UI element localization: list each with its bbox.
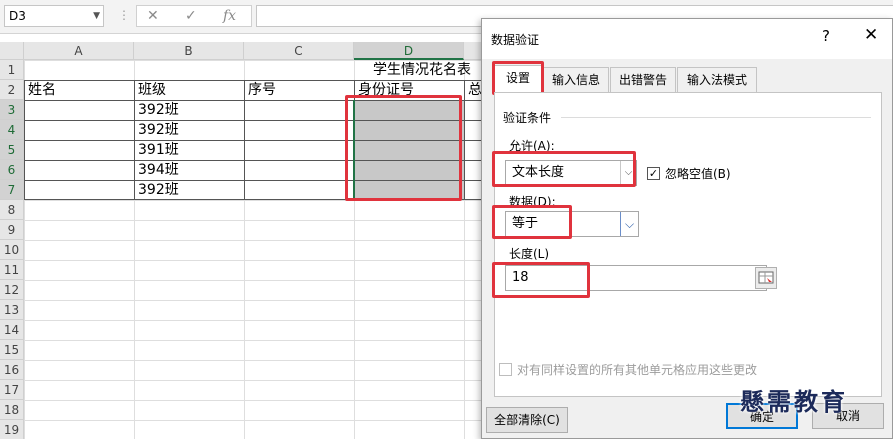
length-label: 长度(L) <box>509 247 550 261</box>
tab-ime-mode[interactable]: 输入法模式 <box>677 67 757 93</box>
dialog-title: 数据验证 <box>491 33 540 47</box>
confirm-entry-icon[interactable]: ✓ <box>185 8 197 24</box>
row-header-16[interactable]: 16 <box>0 360 24 380</box>
column-header-b[interactable]: B <box>134 42 244 60</box>
tab-input-message[interactable]: 输入信息 <box>543 67 609 93</box>
cancel-entry-icon[interactable]: ✕ <box>147 8 159 24</box>
select-all-corner[interactable] <box>0 42 24 60</box>
row-header-1[interactable]: 1 <box>0 60 24 80</box>
table-cell-class[interactable]: 392班 <box>135 120 243 140</box>
table-cell-class[interactable]: 391班 <box>135 140 243 160</box>
validation-criteria-label: 验证条件 <box>503 111 552 125</box>
row-header-9[interactable]: 9 <box>0 220 24 240</box>
formula-icons: ✕ ✓ fx <box>136 5 252 27</box>
row-header-14[interactable]: 14 <box>0 320 24 340</box>
row-header-5[interactable]: 5 <box>0 140 24 160</box>
name-box-dropdown-icon[interactable]: ▼ <box>93 6 100 26</box>
column-header-d[interactable]: D <box>354 42 464 60</box>
row-header-13[interactable]: 13 <box>0 300 24 320</box>
column-header-c[interactable]: C <box>244 42 354 60</box>
row-header-11[interactable]: 11 <box>0 260 24 280</box>
row-header-17[interactable]: 17 <box>0 380 24 400</box>
highlight-box-allow <box>492 151 636 187</box>
sheet-title[interactable]: 学生情况花名表 <box>370 60 484 80</box>
row-header-18[interactable]: 18 <box>0 400 24 420</box>
row-header-15[interactable]: 15 <box>0 340 24 360</box>
row-header-8[interactable]: 8 <box>0 200 24 220</box>
table-cell-class[interactable]: 392班 <box>135 100 243 120</box>
table-cell-class[interactable]: 392班 <box>135 180 243 200</box>
column-header-a[interactable]: A <box>24 42 134 60</box>
row-header-7[interactable]: 7 <box>0 180 24 200</box>
chevron-down-icon[interactable]: ⌵ <box>620 212 638 236</box>
highlight-box-length <box>492 262 590 298</box>
name-box-value: D3 <box>9 9 26 23</box>
highlight-box-id-column <box>345 95 462 201</box>
watermark-logo: 懸需教育 <box>740 388 848 416</box>
table-cell-class[interactable]: 394班 <box>135 160 243 180</box>
help-icon[interactable]: ? <box>822 27 830 45</box>
range-selector-icon[interactable] <box>755 267 777 289</box>
header-class[interactable]: 班级 <box>135 80 243 100</box>
row-header-3[interactable]: 3 <box>0 100 24 120</box>
row-header-2[interactable]: 2 <box>0 80 24 100</box>
ignore-blank-label: 忽略空值(B) <box>665 167 731 181</box>
dialog-title-bar: 数据验证 ? ✕ <box>482 19 892 59</box>
close-icon[interactable]: ✕ <box>864 25 878 45</box>
apply-all-label: 对有同样设置的所有其他单元格应用这些更改 <box>517 363 758 377</box>
clear-all-button[interactable]: 全部清除(C) <box>486 407 568 433</box>
header-number[interactable]: 序号 <box>245 80 353 100</box>
highlight-box-data <box>492 205 572 239</box>
row-header-19[interactable]: 19 <box>0 420 24 439</box>
highlight-box-settings-tab <box>492 61 544 95</box>
tab-error-alert[interactable]: 出错警告 <box>610 67 676 93</box>
row-header-12[interactable]: 12 <box>0 280 24 300</box>
formula-bar-separator-icon: ⋮ <box>118 8 130 22</box>
name-box[interactable]: D3 ▼ <box>4 5 104 27</box>
row-header-4[interactable]: 4 <box>0 120 24 140</box>
row-header-10[interactable]: 10 <box>0 240 24 260</box>
data-validation-dialog: 数据验证 ? ✕ 设置 输入信息 出错警告 输入法模式 验证条件 允许(A): … <box>481 18 893 439</box>
apply-all-checkbox[interactable] <box>499 363 512 376</box>
header-name[interactable]: 姓名 <box>25 80 133 100</box>
row-header-6[interactable]: 6 <box>0 160 24 180</box>
ignore-blank-checkbox[interactable]: ✓ <box>647 167 660 180</box>
insert-function-icon[interactable]: fx <box>223 8 236 24</box>
settings-panel: 验证条件 允许(A): 文本长度 ⌵ ✓ 忽略空值(B) 数据(D): 等于 ⌵… <box>494 92 882 397</box>
group-divider <box>561 117 871 118</box>
